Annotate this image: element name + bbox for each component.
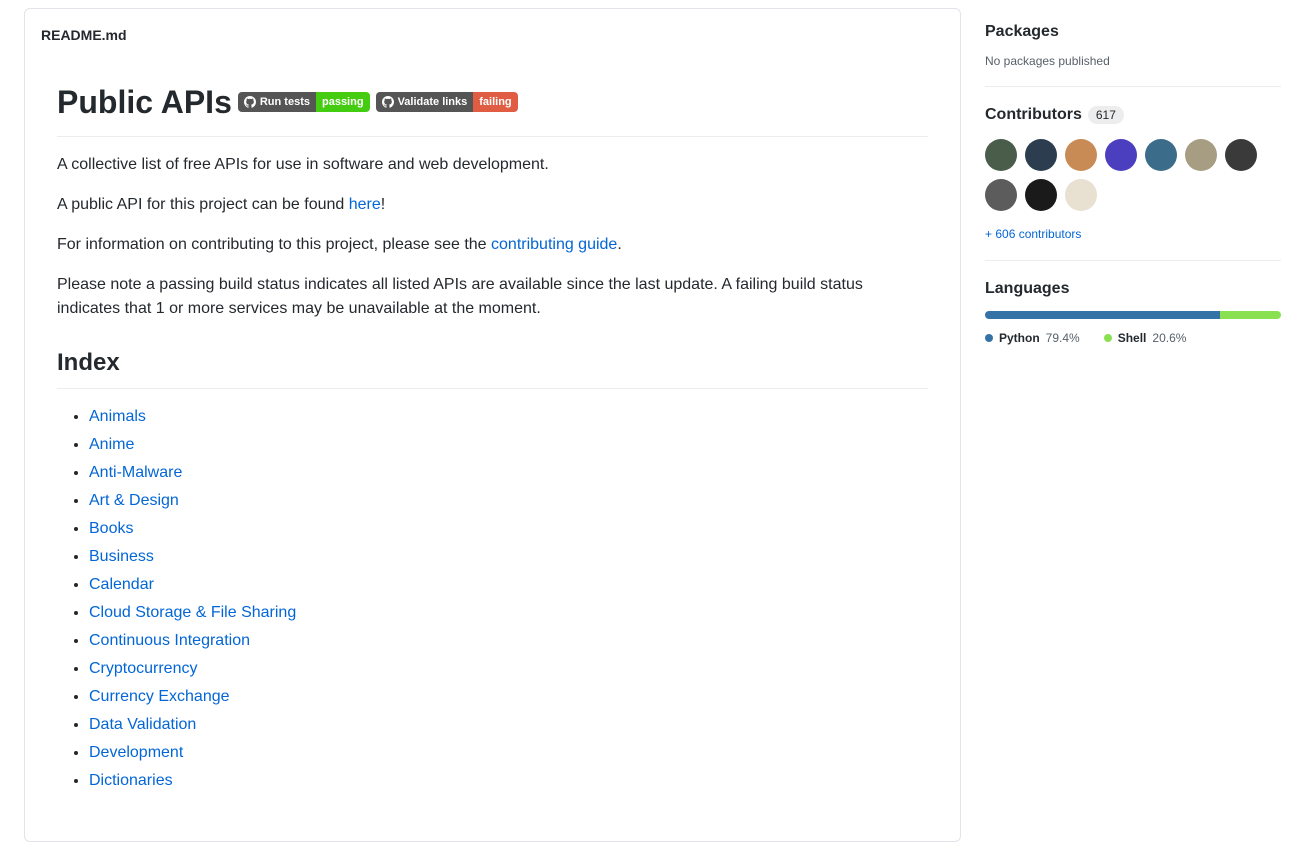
index-link[interactable]: Cryptocurrency: [89, 660, 197, 677]
index-link[interactable]: Business: [89, 548, 154, 565]
lang-item[interactable]: Shell 20.6%: [1104, 329, 1187, 347]
index-link[interactable]: Books: [89, 520, 133, 537]
contributors-heading-row[interactable]: Contributors 617: [985, 103, 1281, 127]
sidebar: Packages No packages published Contribut…: [985, 8, 1281, 842]
readme-box: README.md Public APIs Run tests passing: [24, 8, 961, 842]
index-link[interactable]: Anime: [89, 436, 134, 453]
lang-pct: 20.6%: [1152, 329, 1186, 347]
badge-links-label: Validate links: [398, 97, 468, 108]
badge-tests-status: passing: [316, 92, 370, 112]
readme-body: Public APIs Run tests passing Validate l…: [25, 62, 960, 841]
index-item: Currency Exchange: [89, 685, 928, 709]
badge-run-tests[interactable]: Run tests passing: [238, 92, 370, 112]
avatar[interactable]: [1065, 139, 1097, 171]
index-link[interactable]: Data Validation: [89, 716, 196, 733]
readme-filename: README.md: [25, 9, 960, 62]
index-link[interactable]: Development: [89, 744, 183, 761]
avatar[interactable]: [1065, 179, 1097, 211]
index-link[interactable]: Calendar: [89, 576, 154, 593]
index-item: Dictionaries: [89, 769, 928, 793]
languages-bar[interactable]: [985, 311, 1281, 319]
avatar[interactable]: [1025, 179, 1057, 211]
index-link[interactable]: Currency Exchange: [89, 688, 230, 705]
index-item: Continuous Integration: [89, 629, 928, 653]
avatar[interactable]: [985, 179, 1017, 211]
index-item: Development: [89, 741, 928, 765]
index-link[interactable]: Dictionaries: [89, 772, 173, 789]
languages-section: Languages Python 79.4% Shell 20.6%: [985, 261, 1281, 363]
index-heading: Index: [57, 345, 928, 389]
intro-p2: A public API for this project can be fou…: [57, 193, 928, 217]
index-item: Art & Design: [89, 489, 928, 513]
index-item: Business: [89, 545, 928, 569]
avatar[interactable]: [1105, 139, 1137, 171]
index-link[interactable]: Continuous Integration: [89, 632, 250, 649]
avatar[interactable]: [1225, 139, 1257, 171]
index-list: Animals Anime Anti-Malware Art & Design Book…: [57, 405, 928, 793]
more-contributors-link[interactable]: + 606 contributors: [985, 227, 1081, 241]
index-item: Anime: [89, 433, 928, 457]
index-item: Books: [89, 517, 928, 541]
badge-links-status: failing: [473, 92, 517, 112]
index-link[interactable]: Cloud Storage & File Sharing: [89, 604, 296, 621]
index-item: Anti-Malware: [89, 461, 928, 485]
github-icon: [244, 96, 256, 108]
lang-name: Python: [999, 329, 1040, 347]
avatar[interactable]: [1025, 139, 1057, 171]
lang-dot-icon: [985, 334, 993, 342]
avatar[interactable]: [1145, 139, 1177, 171]
index-item: Calendar: [89, 573, 928, 597]
github-icon: [382, 96, 394, 108]
contributors-count: 617: [1088, 106, 1124, 124]
index-item: Animals: [89, 405, 928, 429]
link-contributing-guide[interactable]: contributing guide: [491, 236, 617, 253]
index-link[interactable]: Art & Design: [89, 492, 179, 509]
badge-validate-links[interactable]: Validate links failing: [376, 92, 518, 112]
avatar[interactable]: [985, 139, 1017, 171]
packages-heading[interactable]: Packages: [985, 20, 1281, 44]
lang-dot-icon: [1104, 334, 1112, 342]
contributor-avatars: [985, 139, 1281, 211]
avatar[interactable]: [1185, 139, 1217, 171]
languages-heading: Languages: [985, 277, 1281, 301]
lang-pct: 79.4%: [1046, 329, 1080, 347]
lang-bar-segment[interactable]: [985, 311, 1220, 319]
contributors-section: Contributors 617 + 606 contributors: [985, 87, 1281, 261]
index-item: Data Validation: [89, 713, 928, 737]
packages-section: Packages No packages published: [985, 20, 1281, 87]
readme-title-row: Public APIs Run tests passing Validate l…: [57, 78, 928, 137]
readme-title: Public APIs: [57, 78, 232, 126]
intro-p3: For information on contributing to this …: [57, 233, 928, 257]
contributors-heading: Contributors: [985, 103, 1082, 127]
languages-list: Python 79.4% Shell 20.6%: [985, 329, 1281, 347]
index-item: Cryptocurrency: [89, 657, 928, 681]
index-item: Cloud Storage & File Sharing: [89, 601, 928, 625]
link-here[interactable]: here: [349, 196, 381, 213]
index-link[interactable]: Animals: [89, 408, 146, 425]
lang-name: Shell: [1118, 329, 1147, 347]
intro-p4: Please note a passing build status indic…: [57, 273, 928, 321]
lang-bar-segment[interactable]: [1220, 311, 1281, 319]
packages-none-text: No packages published: [985, 52, 1281, 70]
index-link[interactable]: Anti-Malware: [89, 464, 182, 481]
badge-tests-label: Run tests: [260, 97, 310, 108]
lang-item[interactable]: Python 79.4%: [985, 329, 1080, 347]
intro-p1: A collective list of free APIs for use i…: [57, 153, 928, 177]
